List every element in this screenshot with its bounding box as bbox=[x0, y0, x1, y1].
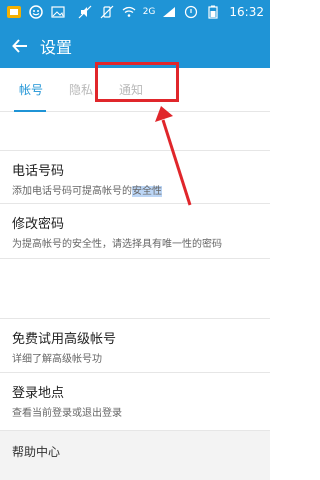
tab-account[interactable]: 帐号 bbox=[6, 81, 56, 98]
phone-number-desc-text: 添加电话号码可提高帐号的 bbox=[12, 186, 132, 197]
change-password-desc: 为提高帐号的安全性，请选择具有唯一性的密码 bbox=[12, 239, 222, 250]
arrow-left-icon bbox=[12, 39, 27, 53]
divider bbox=[0, 150, 270, 151]
status-right: 2G 16:32 bbox=[77, 5, 264, 19]
status-left-icons bbox=[6, 5, 66, 19]
change-password-title: 修改密码 bbox=[12, 217, 65, 232]
wifi-icon bbox=[121, 5, 137, 19]
login-locations-item[interactable]: 登录地点 查看当前登录或退出登录 bbox=[0, 382, 270, 419]
login-locations-title: 登录地点 bbox=[12, 386, 65, 401]
annotation-highlight-box bbox=[95, 62, 179, 102]
phone-number-desc: 添加电话号码可提高帐号的安全性 bbox=[12, 182, 270, 197]
image-icon bbox=[50, 5, 66, 19]
app-icon bbox=[6, 5, 22, 19]
status-time: 16:32 bbox=[229, 5, 264, 19]
vibrate-icon bbox=[99, 5, 115, 19]
help-center-title: 帮助中心 bbox=[12, 445, 61, 459]
login-locations-desc: 查看当前登录或退出登录 bbox=[12, 408, 122, 419]
status-bar: 2G 16:32 bbox=[0, 0, 270, 24]
smile-icon bbox=[28, 5, 44, 19]
mute-icon bbox=[77, 5, 93, 19]
phone-number-title: 电话号码 bbox=[12, 164, 65, 179]
change-password-item[interactable]: 修改密码 为提高帐号的安全性，请选择具有唯一性的密码 bbox=[0, 213, 270, 250]
phone-number-item[interactable]: 电话号码 添加电话号码可提高帐号的安全性 bbox=[0, 160, 270, 197]
help-center-item[interactable]: 帮助中心 bbox=[0, 430, 270, 480]
premium-trial-desc: 详细了解高级帐号功 bbox=[12, 354, 102, 365]
divider bbox=[0, 258, 270, 259]
page-title: 设置 bbox=[40, 38, 73, 57]
back-button[interactable] bbox=[0, 24, 40, 68]
divider bbox=[0, 203, 270, 204]
network-type: 2G bbox=[142, 7, 156, 17]
active-tab-indicator bbox=[14, 110, 46, 112]
signal-icon bbox=[161, 5, 177, 19]
notification-icon bbox=[183, 5, 199, 19]
premium-trial-title: 免费试用高级帐号 bbox=[12, 332, 117, 347]
divider bbox=[0, 372, 270, 373]
divider bbox=[0, 318, 270, 319]
premium-trial-item[interactable]: 免费试用高级帐号 详细了解高级帐号功 bbox=[0, 328, 270, 365]
annotation-arrow-icon bbox=[145, 100, 205, 210]
battery-icon bbox=[205, 5, 221, 19]
